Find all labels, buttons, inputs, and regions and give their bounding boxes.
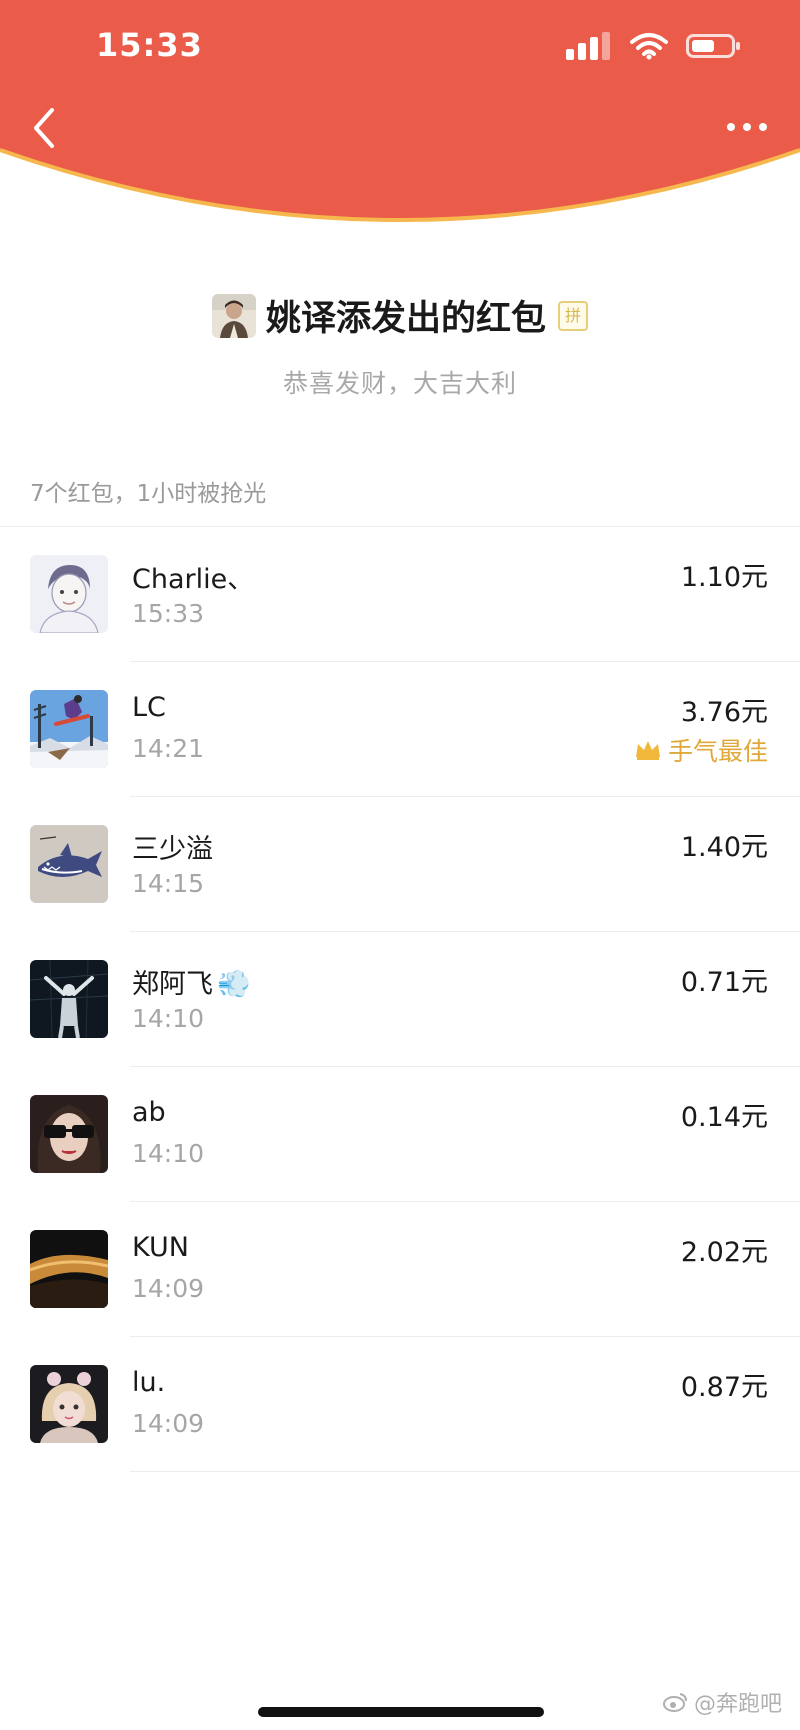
sender-portrait-icon xyxy=(211,293,256,338)
recipient-name: Charlie、 xyxy=(132,564,255,595)
snowboard-jump-icon xyxy=(30,690,108,768)
recipient-time: 14:10 xyxy=(132,1004,205,1033)
avatar[interactable] xyxy=(30,1095,108,1173)
pin-badge: 拼 xyxy=(558,300,588,331)
girl-sunglasses-icon xyxy=(30,1095,108,1173)
status-time: 15:33 xyxy=(96,26,203,64)
recipient-time: 14:10 xyxy=(132,1139,205,1168)
recipient-time: 14:15 xyxy=(132,869,205,898)
weibo-watermark: @奔跑吧 xyxy=(662,1686,782,1718)
blonde-child-icon xyxy=(30,1365,108,1443)
recipient-name: 三少溢 xyxy=(132,834,213,865)
best-luck-label: 手气最佳 xyxy=(667,737,768,766)
recipient-row[interactable]: ab 14:10 0.14元 xyxy=(30,1067,800,1202)
avatar[interactable] xyxy=(30,1230,108,1308)
recipient-amount: 0.14元 xyxy=(680,1102,768,1133)
watermark-text: @奔跑吧 xyxy=(693,1692,782,1717)
recipient-name: lu. xyxy=(132,1367,166,1398)
recipient-list: Charlie、 15:33 1.10元 LC 14:21 3.76元 手气最佳… xyxy=(0,526,800,1472)
more-horizontal-icon xyxy=(727,123,767,131)
packet-summary: 7个红包，1小时被抢光 xyxy=(30,481,267,507)
avatar[interactable] xyxy=(30,690,108,768)
recipient-name: KUN xyxy=(132,1232,189,1263)
desert-dune-icon xyxy=(30,1230,108,1308)
sender-title: 姚译添发出的红包 xyxy=(265,299,546,339)
recipient-name: ab xyxy=(132,1097,166,1128)
recipient-amount: 0.71元 xyxy=(680,967,768,998)
recipient-time: 14:09 xyxy=(132,1274,205,1303)
recipient-amount: 2.02元 xyxy=(680,1237,768,1268)
recipient-time: 14:09 xyxy=(132,1409,205,1438)
recipient-amount: 1.10元 xyxy=(680,562,768,593)
crown-icon xyxy=(635,741,660,760)
recipient-name: LC xyxy=(132,692,166,723)
recipient-name-text: 郑阿飞 xyxy=(132,969,213,1000)
recipient-row[interactable]: 郑阿飞 💨 14:10 0.71元 xyxy=(30,932,800,1067)
recipient-row[interactable]: LC 14:21 3.76元 手气最佳 xyxy=(30,662,800,797)
back-button[interactable] xyxy=(26,104,66,152)
avatar[interactable] xyxy=(30,1365,108,1443)
recipient-amount: 0.87元 xyxy=(680,1372,768,1403)
dash-emoji-icon: 💨 xyxy=(217,969,251,1000)
more-button[interactable] xyxy=(724,112,770,142)
sender-avatar[interactable] xyxy=(211,293,256,338)
avatar[interactable] xyxy=(30,825,108,903)
recipient-row[interactable]: Charlie、 15:33 1.10元 xyxy=(30,527,800,662)
status-icons xyxy=(566,32,742,60)
recipient-time: 14:21 xyxy=(132,734,205,763)
sender-block: 姚译添发出的红包 拼 恭喜发财，大吉大利 xyxy=(0,290,800,400)
recipient-amount: 3.76元 xyxy=(680,697,768,728)
shark-drawing-icon xyxy=(30,825,108,903)
recipient-row[interactable]: 三少溢 14:15 1.40元 xyxy=(30,797,800,932)
recipient-amount: 1.40元 xyxy=(680,832,768,863)
battery-icon xyxy=(686,34,740,58)
recipient-row[interactable]: KUN 14:09 2.02元 xyxy=(30,1202,800,1337)
night-figure-icon xyxy=(30,960,108,1038)
recipient-name: 郑阿飞 💨 xyxy=(132,962,251,1001)
avatar[interactable] xyxy=(30,555,108,633)
recipient-row[interactable]: lu. 14:09 0.87元 xyxy=(30,1337,800,1472)
blessing-text: 恭喜发财，大吉大利 xyxy=(282,368,517,398)
sender-row: 姚译添发出的红包 拼 xyxy=(211,290,588,341)
home-indicator[interactable] xyxy=(258,1707,544,1717)
best-luck-badge: 手气最佳 xyxy=(634,732,768,768)
recipient-time: 15:33 xyxy=(132,599,205,628)
sketch-portrait-icon xyxy=(30,555,108,633)
weibo-logo-icon xyxy=(662,1693,687,1712)
avatar[interactable] xyxy=(30,960,108,1038)
wifi-icon xyxy=(630,33,668,60)
signal-icon xyxy=(566,32,610,60)
chevron-left-icon xyxy=(34,108,54,148)
